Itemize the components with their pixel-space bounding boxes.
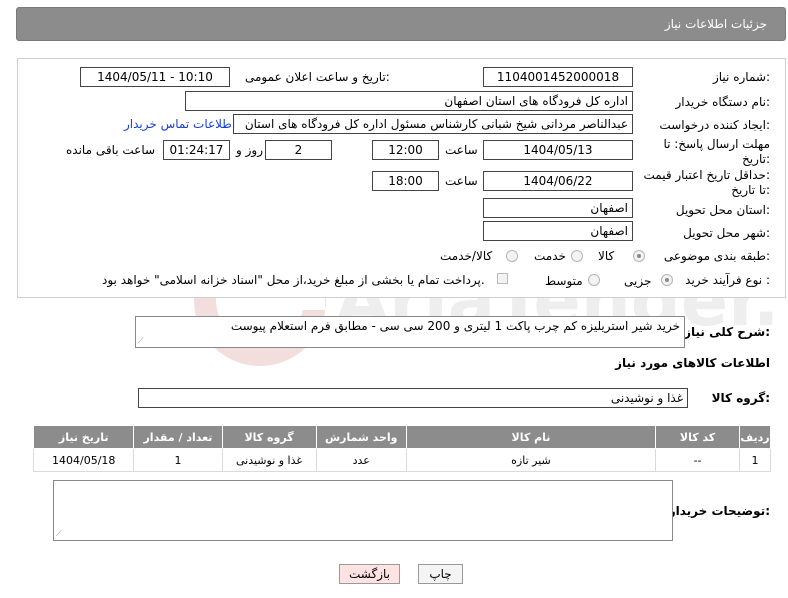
price-validity-label-date: تا تاریخ: [731,183,770,197]
resize-handle-icon[interactable]: ⟋ [138,336,144,346]
cell-item-code: -- [655,448,741,472]
goods-section-title: اطلاعات کالاهای مورد نیاز [615,356,770,370]
reply-date-field: 1404/05/13 [483,140,633,160]
cell-quantity: 1 [133,448,223,472]
process-label: نوع فرآیند خرید : [685,273,770,287]
process-radio-medium[interactable] [588,274,600,286]
cell-unit: عدد [315,448,407,472]
province-label: استان محل تحویل: [675,203,770,217]
creator-field: عبدالناصر مردانی شیخ شبانی کارشناس مسئول… [233,114,633,134]
col-need-date: تاریخ نیاز [32,425,135,449]
need-number-field: 1104001452000018 [483,67,633,87]
cell-need-date: 1404/05/18 [32,448,135,472]
category-radio-goods[interactable] [633,250,645,262]
goods-group-field: غذا و نوشیدنی [138,388,688,408]
category-label: طبقه بندی موضوعی: [663,249,770,263]
col-unit: واحد شمارش [315,425,407,449]
page-title: جزئیات اطلاعات نیاز [664,17,767,31]
cell-item-group: غذا و نوشیدنی [221,448,317,472]
treasury-payment-checkbox[interactable] [497,273,508,284]
buyer-notes-label: توضیحات خریدار: [668,504,770,518]
category-option-service: خدمت [534,249,566,263]
days-remaining-field: 2 [265,140,332,160]
time-remaining-label: ساعت باقی مانده [66,143,156,157]
days-label: روز و [236,143,263,157]
announce-label: تاریخ و ساعت اعلان عمومی: [245,70,390,84]
col-item-name: نام کالا [405,425,657,449]
goods-table: ردیف کد کالا نام کالا واحد شمارش گروه کا… [32,425,771,472]
buyer-notes-textarea[interactable]: ⟋ [53,480,673,541]
col-item-code: کد کالا [655,425,741,449]
resize-handle-icon[interactable]: ⟋ [56,529,62,539]
col-row-number: ردیف [739,425,771,449]
table-header-row: ردیف کد کالا نام کالا واحد شمارش گروه کا… [32,425,771,449]
description-text: خرید شیر استریلیزه کم چرب پاکت 1 لیتری و… [230,319,680,333]
category-option-goods-service: کالا/خدمت [440,249,493,263]
col-item-group: گروه کالا [221,425,317,449]
reply-time-field: 12:00 [372,140,439,160]
treasury-payment-note: پرداخت تمام یا بخشی از مبلغ خرید،از محل … [102,273,485,287]
description-label: شرح کلی نیاز: [684,325,770,339]
back-button[interactable]: بازگشت [339,564,400,584]
city-label: شهر محل تحویل: [683,226,770,240]
buyer-org-label: نام دستگاه خریدار: [675,95,771,109]
process-option-medium: متوسط [545,274,583,288]
col-quantity: تعداد / مقدار [133,425,223,449]
province-field: اصفهان [483,198,633,218]
process-option-minor: جزیی [624,274,652,288]
announce-field: 1404/05/11 - 10:10 [80,67,230,87]
process-radio-minor[interactable] [661,274,673,286]
cell-item-name: شیر تازه [405,448,657,472]
page-header: جزئیات اطلاعات نیاز [16,7,786,41]
time-remaining-field: 01:24:17 [163,140,230,160]
category-radio-goods-service[interactable] [506,250,518,262]
buyer-contact-link[interactable]: اطلاعات تماس خریدار [124,117,235,131]
city-field: اصفهان [483,221,633,241]
reply-time-label: ساعت [445,143,478,157]
price-validity-label: حداقل تاریخ اعتبار قیمت: [643,168,770,182]
category-radio-service[interactable] [571,250,583,262]
table-row: 1 -- شیر تازه عدد غذا و نوشیدنی 1 1404/0… [32,448,771,472]
reply-deadline-label: مهلت ارسال پاسخ: تا [663,137,770,151]
reply-deadline-label-date: تاریخ: [742,152,770,166]
cell-row-number: 1 [739,448,771,472]
need-number-label: شماره نیاز: [712,70,770,84]
category-option-goods: کالا [598,249,615,263]
price-date-field: 1404/06/22 [483,171,633,191]
price-time-field: 18:00 [372,171,439,191]
creator-label: ایجاد کننده درخواست: [659,118,770,132]
buyer-org-field: اداره کل فرودگاه های استان اصفهان [185,91,633,111]
price-time-label: ساعت [445,174,478,188]
description-textarea[interactable]: خرید شیر استریلیزه کم چرب پاکت 1 لیتری و… [135,316,685,348]
goods-group-label: گروه کالا: [711,391,770,405]
print-button[interactable]: چاپ [418,564,463,584]
